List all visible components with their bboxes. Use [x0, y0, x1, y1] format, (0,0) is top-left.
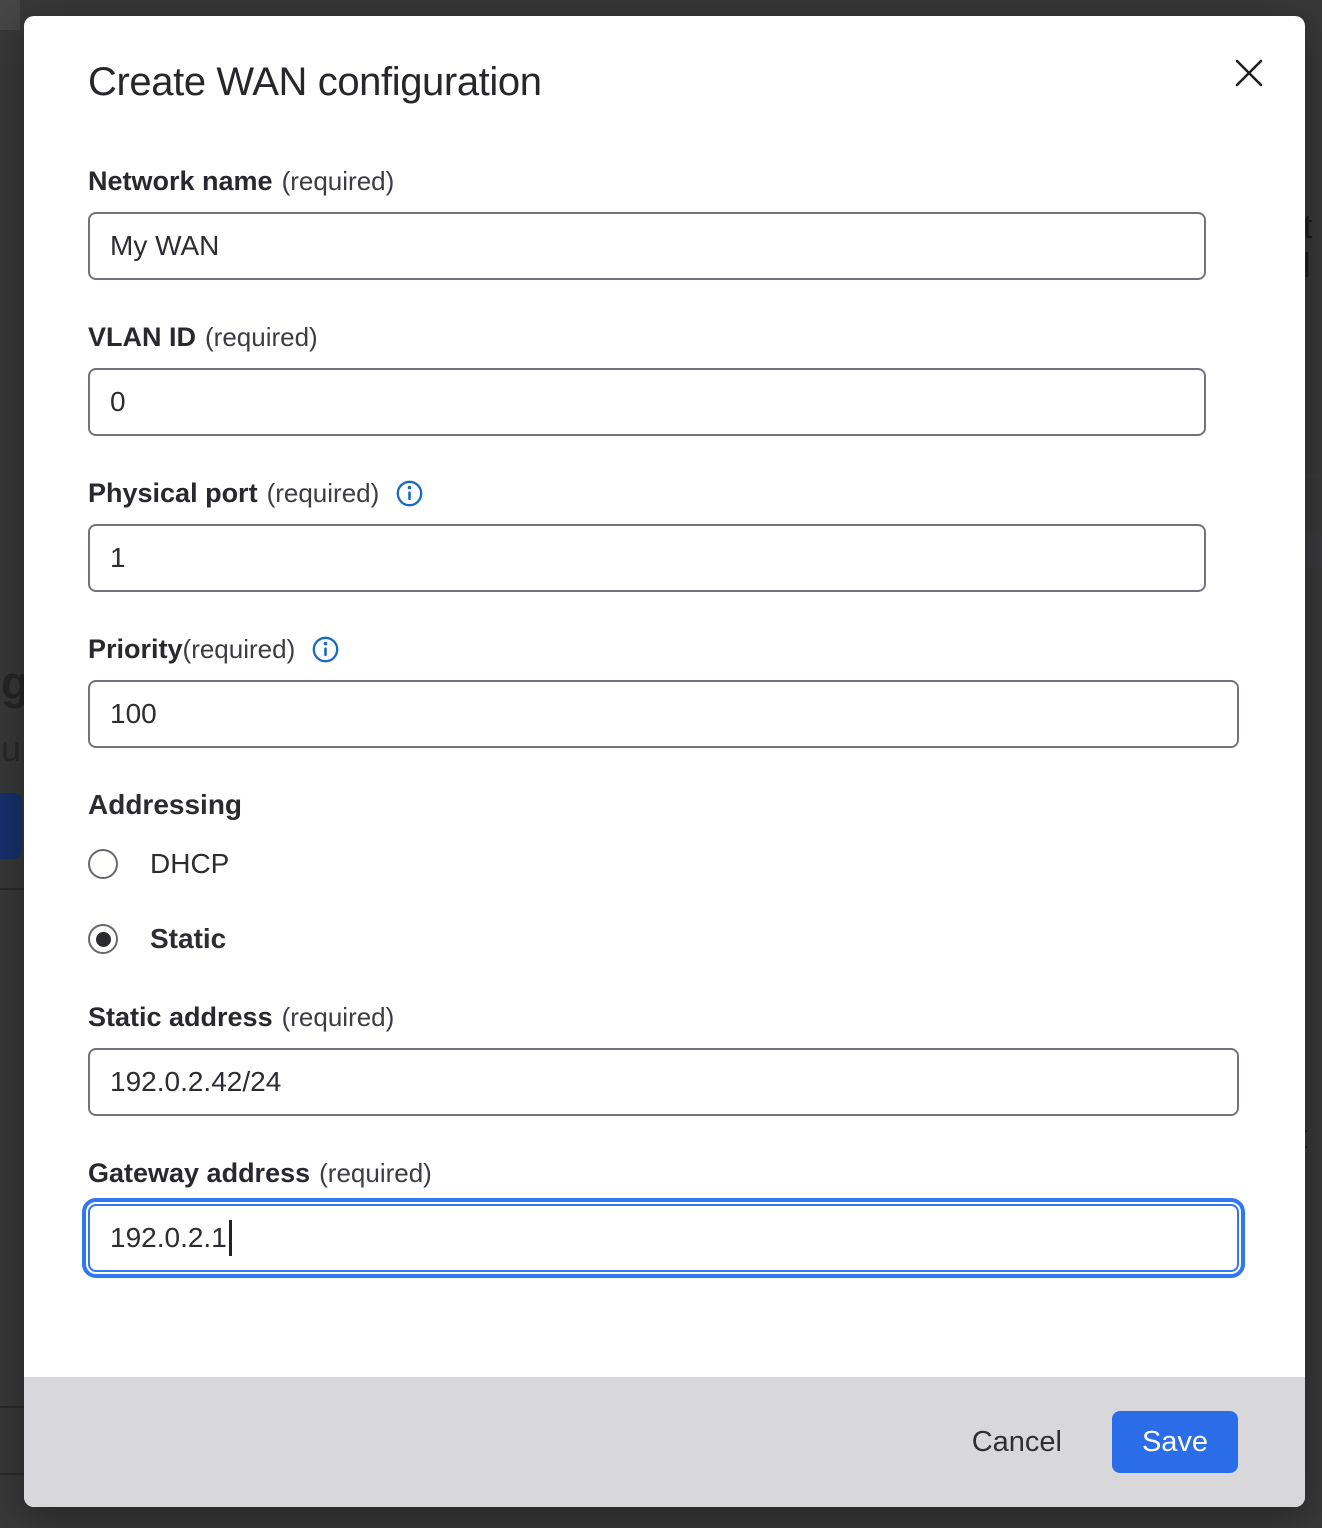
radio-unselected-icon[interactable] — [88, 849, 118, 879]
static-address-field: Static address (required) — [88, 1001, 1241, 1116]
field-label-text: Gateway address — [88, 1157, 310, 1189]
field-label-text: Physical port — [88, 477, 258, 509]
priority-label: Priority (required) — [88, 633, 1241, 665]
background-text-fragment: t l — [1303, 208, 1322, 286]
physical-port-input[interactable] — [88, 524, 1206, 592]
required-hint: (required) — [183, 633, 296, 665]
required-hint: (required) — [205, 321, 318, 353]
modal-title: Create WAN configuration — [88, 60, 1241, 105]
addressing-option-dhcp[interactable]: DHCP — [88, 848, 1241, 880]
addressing-section: Addressing DHCP Static — [88, 789, 1241, 955]
field-label-text: VLAN ID — [88, 321, 196, 353]
text-cursor — [229, 1220, 232, 1256]
field-label-text: Static address — [88, 1001, 273, 1033]
background-text-fragment: u — [1, 728, 21, 770]
modal-footer: Cancel Save — [24, 1377, 1305, 1507]
background-button-fragment — [0, 793, 22, 859]
background-divider — [1305, 533, 1322, 569]
background-divider — [0, 1406, 24, 1408]
vlan-id-input[interactable] — [88, 368, 1206, 436]
required-hint: (required) — [267, 477, 380, 509]
priority-field: Priority (required) — [88, 633, 1241, 748]
gateway-address-input[interactable]: 192.0.2.1 — [88, 1204, 1239, 1272]
network-name-label: Network name (required) — [88, 165, 1241, 197]
radio-selected-icon[interactable] — [88, 924, 118, 954]
required-hint: (required) — [282, 165, 395, 197]
field-label-text: Network name — [88, 165, 273, 197]
field-label-text: Priority — [88, 633, 183, 665]
radio-label[interactable]: Static — [150, 923, 226, 955]
vlan-id-field: VLAN ID (required) — [88, 321, 1241, 436]
cancel-button[interactable]: Cancel — [968, 1416, 1066, 1469]
physical-port-label: Physical port (required) — [88, 477, 1241, 509]
priority-input[interactable] — [88, 680, 1239, 748]
addressing-heading: Addressing — [88, 789, 1241, 821]
background-divider — [1305, 475, 1322, 478]
radio-label[interactable]: DHCP — [150, 848, 229, 880]
gateway-address-label: Gateway address (required) — [88, 1157, 1241, 1189]
save-button[interactable]: Save — [1112, 1411, 1238, 1473]
network-name-input[interactable] — [88, 212, 1206, 280]
physical-port-field: Physical port (required) — [88, 477, 1241, 592]
vlan-id-label: VLAN ID (required) — [88, 321, 1241, 353]
gateway-address-field: Gateway address (required) 192.0.2.1 — [88, 1157, 1241, 1272]
info-icon[interactable] — [396, 480, 423, 507]
background-divider — [0, 888, 24, 890]
addressing-option-static[interactable]: Static — [88, 923, 1241, 955]
gateway-address-value: 192.0.2.1 — [110, 1222, 227, 1254]
background-fragment — [0, 0, 20, 30]
info-icon[interactable] — [312, 636, 339, 663]
background-divider — [0, 1473, 24, 1475]
network-name-field: Network name (required) — [88, 165, 1241, 280]
static-address-input[interactable] — [88, 1048, 1239, 1116]
create-wan-configuration-modal: Create WAN configuration Network name (r… — [24, 16, 1305, 1507]
static-address-label: Static address (required) — [88, 1001, 1241, 1033]
required-hint: (required) — [282, 1001, 395, 1033]
required-hint: (required) — [319, 1157, 432, 1189]
